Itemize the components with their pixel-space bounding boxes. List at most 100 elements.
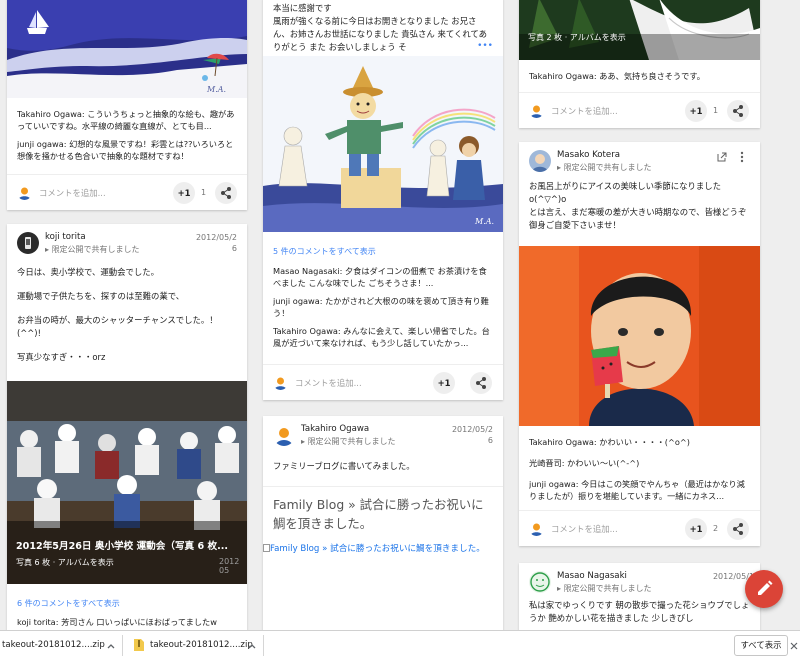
comment-author[interactable]: junji ogawa: xyxy=(529,479,579,489)
my-avatar xyxy=(529,521,544,536)
album-title: 2012年5月26日 奥小学校 運動会（写真 6 枚... xyxy=(16,541,229,552)
post-date-line1: 2012/05/2 xyxy=(451,425,493,434)
comment-text: かわいい〜い(^-^) xyxy=(564,458,640,468)
share-scope-text: 限定公開で共有しました xyxy=(51,245,140,254)
post-body: お風呂上がりにアイスの美味しい季節になりました o(^▽^)o とは言え、まだ寒… xyxy=(519,180,760,246)
post-text: ファミリーブログに書いてみました。 xyxy=(273,461,415,471)
post-line: 私は家でゆっくりです 朝の散歩で撮った花ショウブでしょうか 艶めかしい花を描きま… xyxy=(529,600,750,623)
post-image-scarecrow[interactable]: M.A. xyxy=(263,56,503,232)
post-date[interactable]: 2012/05/2 6 xyxy=(196,232,237,254)
author-name[interactable]: koji torita xyxy=(45,232,86,242)
comment: junji ogawa: 幻想的な風景ですね！彩雲とは??いろいろと想像を掻かせ… xyxy=(17,138,237,164)
svg-text:M.A.: M.A. xyxy=(474,217,494,226)
post-date-line2: 6 xyxy=(487,436,493,445)
post-card-flower: 写真 2 枚 · アルバムを表示 Takahiro Ogawa: ああ、気持ち良… xyxy=(519,0,760,128)
post-line: o(^▽^)o xyxy=(529,194,567,204)
add-comment-input[interactable]: コメントを追加... xyxy=(39,187,106,199)
add-comment-input[interactable]: コメントを追加... xyxy=(295,377,362,389)
share-scope: ▸ 限定公開で共有しました xyxy=(557,584,652,593)
avatar[interactable] xyxy=(529,150,551,172)
post-image-watercolor[interactable]: M.A. xyxy=(7,0,247,98)
avatar[interactable] xyxy=(529,571,551,593)
comment-author[interactable]: koji torita: xyxy=(17,617,58,627)
zip-file-icon xyxy=(134,639,144,651)
view-all-comments-link[interactable]: 6 件のコメントをすべて表示 xyxy=(17,598,237,609)
add-comment-input[interactable]: コメントを追加... xyxy=(551,523,618,535)
post-card-masao: Masao Nagasaki ▸ 限定公開で共有しました 2012/05/1 私… xyxy=(519,563,760,630)
comment: Takahiro Ogawa: ああ、気持ち良さそうです。 xyxy=(529,70,750,82)
close-icon[interactable] xyxy=(790,642,798,650)
open-in-new-icon[interactable] xyxy=(717,152,727,162)
chevron-up-icon[interactable] xyxy=(248,643,256,649)
share-icon xyxy=(221,187,231,199)
comment-author[interactable]: 光崎晋司: xyxy=(529,458,565,468)
comment: 光崎晋司: かわいい〜い(^-^) xyxy=(529,457,750,469)
comment: junji ogawa: 今日はこの笑顔でやんちゃ（最近はかなり減りましたが）振… xyxy=(529,478,750,502)
plus-one-button[interactable]: +1 xyxy=(685,100,707,122)
view-all-comments-link[interactable]: 5 件のコメントをすべて表示 xyxy=(273,246,493,257)
post-date-line1: 2012/05/2 xyxy=(195,233,237,242)
avatar[interactable] xyxy=(273,424,295,446)
new-post-button[interactable] xyxy=(745,570,783,608)
download-item[interactable]: takeout-20181012....zip xyxy=(150,631,253,659)
post-line: 本当に感謝です xyxy=(273,3,332,13)
comment-author[interactable]: Takahiro Ogawa: xyxy=(529,71,597,81)
plus-one-button[interactable]: +1 xyxy=(433,372,455,394)
my-avatar xyxy=(17,185,32,200)
comment-author[interactable]: Masao Nagasaki: xyxy=(273,266,342,276)
comment-bar: コメントを追加... +1 1 xyxy=(7,174,247,210)
share-icon xyxy=(733,523,743,535)
share-button[interactable] xyxy=(727,100,749,122)
link-title[interactable]: Family Blog » 試合に勝ったお祝いに鯛を頂きました。 xyxy=(263,487,503,533)
album-photo xyxy=(7,381,247,584)
share-icon xyxy=(733,105,743,117)
comment-author[interactable]: Takahiro Ogawa: xyxy=(17,109,85,119)
more-icon[interactable]: ••• xyxy=(473,40,493,53)
share-scope: ▸ 限定公開で共有しました xyxy=(45,245,140,254)
comment-bar: コメントを追加... +1 xyxy=(263,364,503,400)
share-scope: ▸ 限定公開で共有しました xyxy=(557,163,652,172)
link-image-alt[interactable]: Family Blog » 試合に勝ったお祝いに鯛を頂きました。 xyxy=(263,533,503,556)
post-header: Takahiro Ogawa ▸ 限定公開で共有しました 2012/05/2 6 xyxy=(263,416,503,458)
plus-one-count: 1 xyxy=(201,188,207,197)
comment-author[interactable]: Takahiro Ogawa: xyxy=(529,437,597,447)
album-subtitle: 写真 6 枚 · アルバムを表示 xyxy=(16,558,114,567)
post-card-watercolor: M.A. Takahiro Ogawa: こういうちょっと抽象的な絵も、趣があっ… xyxy=(7,0,247,210)
chevron-up-icon[interactable] xyxy=(107,643,115,649)
show-all-downloads-button[interactable]: すべて表示 xyxy=(734,635,788,656)
comment-author[interactable]: junji ogawa: xyxy=(273,296,323,306)
album-preview[interactable]: 2012年5月26日 奥小学校 運動会（写真 6 枚... 写真 6 枚 · ア… xyxy=(7,381,247,584)
svg-text:M.A.: M.A. xyxy=(206,85,226,94)
download-filename: takeout-20181012....zip xyxy=(2,640,105,650)
post-date[interactable]: 2012/05/2 6 xyxy=(452,424,493,446)
album-preview[interactable]: 写真 2 枚 · アルバムを表示 xyxy=(519,0,760,60)
avatar[interactable] xyxy=(17,232,39,254)
post-date-line2: 6 xyxy=(231,244,237,253)
post-header: Masao Nagasaki ▸ 限定公開で共有しました 2012/05/1 xyxy=(519,563,760,599)
share-scope-text: 限定公開で共有しました xyxy=(307,437,396,446)
comment-bar: コメントを追加... +1 1 xyxy=(519,92,760,128)
comment-author[interactable]: Takahiro Ogawa: xyxy=(273,326,341,336)
my-avatar xyxy=(273,375,288,390)
plus-one-button[interactable]: +1 xyxy=(685,518,707,540)
share-button[interactable] xyxy=(470,372,492,394)
author-name[interactable]: Takahiro Ogawa xyxy=(301,424,369,434)
download-item[interactable]: takeout-20181012....zip xyxy=(2,631,105,659)
author-name[interactable]: Masao Nagasaki xyxy=(557,571,627,581)
share-button[interactable] xyxy=(727,518,749,540)
author-name[interactable]: Masako Kotera xyxy=(557,150,620,160)
share-scope-text: 限定公開で共有しました xyxy=(563,163,652,172)
share-button[interactable] xyxy=(215,182,237,204)
post-card-familyblog: Takahiro Ogawa ▸ 限定公開で共有しました 2012/05/2 6 … xyxy=(263,416,503,630)
post-photo-boy[interactable] xyxy=(519,246,760,426)
post-line: お弁当の時が、最大のシャッターチャンスでした。！(^^)! xyxy=(17,315,218,338)
comment: Takahiro Ogawa: こういうちょっと抽象的な絵も、趣があっていいです… xyxy=(17,108,237,134)
add-comment-input[interactable]: コメントを追加... xyxy=(551,105,618,117)
album-photo xyxy=(519,0,760,60)
plus-one-button[interactable]: +1 xyxy=(173,182,195,204)
comment-author[interactable]: junji ogawa: xyxy=(17,139,67,149)
post-line: 今日は、奥小学校で、運動会でした。 xyxy=(17,267,160,277)
more-vert-icon[interactable] xyxy=(740,151,744,163)
comment-text: ああ、気持ち良さそうです。 xyxy=(596,71,705,81)
album-subtitle: 写真 2 枚 · アルバムを表示 xyxy=(528,33,626,42)
